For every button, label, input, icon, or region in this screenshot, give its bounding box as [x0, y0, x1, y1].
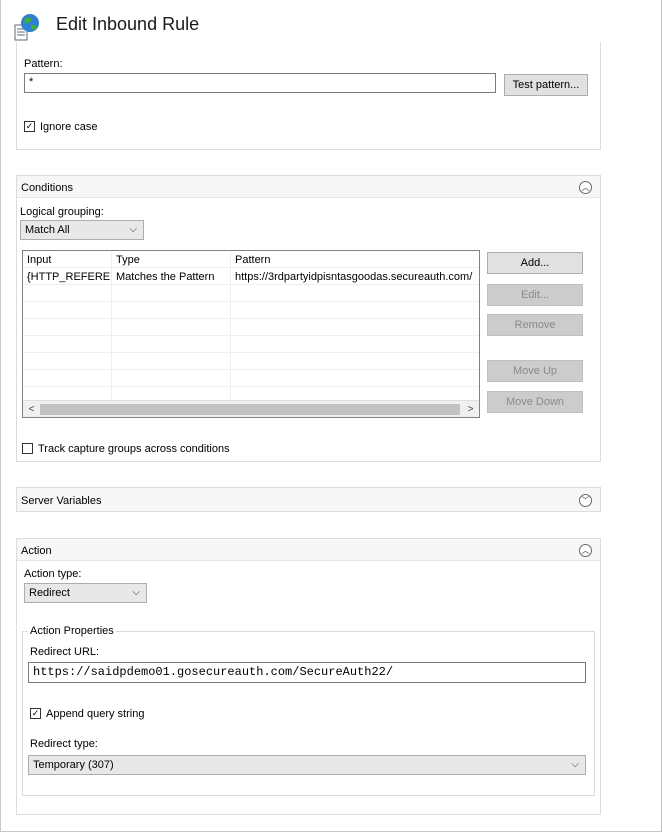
globe-document-icon [12, 12, 42, 42]
remove-condition-button[interactable]: Remove [487, 314, 583, 336]
cell-pattern: https://3rdpartyidpisntasgoodas.secureau… [235, 271, 473, 283]
empty-row [23, 336, 479, 353]
add-condition-button[interactable]: Add... [487, 252, 583, 274]
cell-type: Matches the Pattern [112, 268, 231, 285]
match-url-panel [16, 42, 601, 150]
chevron-up-circle-icon[interactable]: ︿ [579, 544, 592, 557]
scroll-right-icon[interactable]: > [462, 402, 479, 417]
empty-row [23, 319, 479, 336]
scrollbar-thumb[interactable] [40, 404, 460, 415]
redirect-type-select[interactable]: Temporary (307) ⌵ [28, 755, 586, 775]
logical-grouping-select[interactable]: Match All ⌵ [20, 220, 144, 240]
server-variables-title: Server Variables [21, 495, 102, 507]
column-header-type[interactable]: Type [112, 251, 231, 268]
server-variables-header[interactable]: Server Variables ﹀ [17, 488, 600, 511]
conditions-header[interactable]: Conditions ︿ [17, 176, 600, 198]
ignore-case-checkbox[interactable]: ✓ [24, 121, 35, 132]
append-query-label: Append query string [46, 708, 145, 720]
pattern-label: Pattern: [24, 58, 63, 70]
move-up-button[interactable]: Move Up [487, 360, 583, 382]
column-header-pattern[interactable]: Pattern [231, 251, 479, 268]
action-title: Action [21, 545, 52, 557]
redirect-url-input[interactable]: https://saidpdemo01.gosecureauth.com/Sec… [28, 662, 586, 683]
redirect-type-label: Redirect type: [30, 738, 98, 750]
chevron-down-circle-icon[interactable]: ﹀ [579, 494, 592, 507]
conditions-title: Conditions [21, 182, 73, 194]
action-type-select[interactable]: Redirect ⌵ [24, 583, 147, 603]
action-type-label: Action type: [24, 568, 82, 580]
logical-grouping-label: Logical grouping: [20, 206, 104, 218]
scroll-left-icon[interactable]: < [23, 402, 40, 417]
action-type-value: Redirect [29, 587, 70, 599]
empty-row [23, 370, 479, 387]
empty-row [23, 353, 479, 370]
redirect-url-label: Redirect URL: [30, 646, 100, 658]
test-pattern-button[interactable]: Test pattern... [504, 74, 588, 96]
page-title: Edit Inbound Rule [56, 14, 200, 34]
track-capture-label: Track capture groups across conditions [38, 443, 230, 455]
table-header-row: Input Type Pattern [23, 251, 479, 268]
empty-row [23, 302, 479, 319]
checkmark-icon: ✓ [25, 121, 34, 131]
cell-input: {HTTP_REFERER} [23, 268, 112, 285]
append-query-checkbox[interactable]: ✓ [30, 708, 41, 719]
action-properties-title: Action Properties [28, 625, 116, 637]
chevron-down-icon: ⌵ [129, 224, 137, 235]
server-variables-panel: Server Variables ﹀ [16, 487, 601, 512]
table-row[interactable]: {HTTP_REFERER} Matches the Pattern https… [23, 268, 479, 285]
chevron-down-icon: ⌵ [132, 587, 140, 598]
edit-condition-button[interactable]: Edit... [487, 284, 583, 306]
column-header-input[interactable]: Input [23, 251, 112, 268]
chevron-down-icon: ⌵ [571, 759, 579, 770]
move-down-button[interactable]: Move Down [487, 391, 583, 413]
logical-grouping-value: Match All [25, 224, 70, 236]
pattern-input[interactable]: * [24, 73, 496, 93]
conditions-table[interactable]: Input Type Pattern {HTTP_REFERER} Matche… [22, 250, 480, 418]
horizontal-scrollbar[interactable]: < > [23, 400, 479, 417]
empty-row [23, 285, 479, 302]
track-capture-checkbox[interactable] [22, 443, 33, 454]
redirect-type-value: Temporary (307) [33, 759, 114, 771]
chevron-up-circle-icon[interactable]: ︿ [579, 181, 592, 194]
ignore-case-label: Ignore case [40, 121, 98, 133]
action-header[interactable]: Action ︿ [17, 539, 600, 561]
checkmark-icon: ✓ [31, 708, 40, 718]
